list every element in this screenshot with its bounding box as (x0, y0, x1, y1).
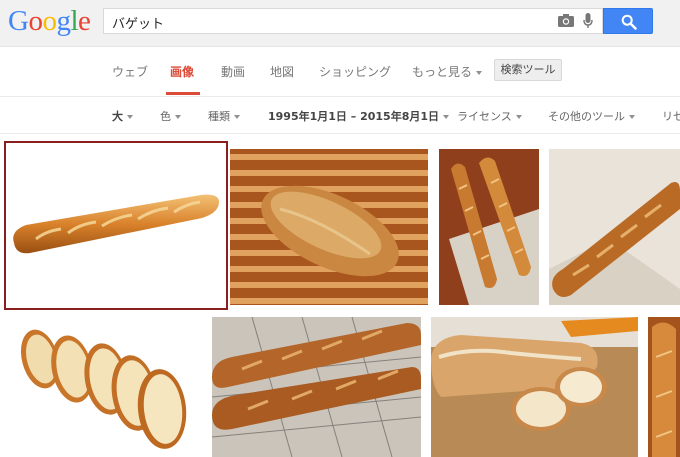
chevron-down-icon (127, 115, 133, 119)
filter-size-label: 大 (112, 110, 123, 123)
chevron-down-icon (234, 115, 240, 119)
image-result[interactable] (212, 317, 421, 457)
image-result[interactable] (549, 149, 680, 305)
tab-web[interactable]: ウェブ (112, 63, 148, 80)
logo-letter: e (78, 5, 91, 37)
filter-color-label: 色 (160, 110, 171, 123)
image-result[interactable] (431, 317, 638, 457)
filter-reset[interactable]: リセ (662, 108, 680, 124)
filter-bar: 大 色 種類 1995年1月1日 – 2015年8月1日 ライセンス その他のツ… (0, 97, 680, 134)
tab-more-label: もっと見る (412, 65, 473, 79)
filter-license[interactable]: ライセンス (457, 108, 522, 124)
chevron-down-icon (515, 115, 522, 119)
filter-more-tools-label: その他のツール (548, 110, 625, 123)
two-baguettes-thumbnail (439, 149, 539, 305)
chevron-down-icon (476, 70, 483, 75)
google-logo[interactable]: Google (8, 4, 91, 38)
filter-color[interactable]: 色 (160, 108, 181, 124)
header-bar: Google バゲット (0, 0, 680, 47)
tab-more[interactable]: もっと見る (412, 63, 483, 80)
image-result[interactable] (648, 317, 680, 457)
selected-image-border (4, 141, 228, 310)
filter-size[interactable]: 大 (112, 108, 133, 124)
sliced-baguette-thumbnail (20, 329, 187, 449)
filter-type-label: 種類 (208, 110, 230, 123)
search-tabs: ウェブ 画像 動画 地図 ショッピング もっと見る 検索ツール (0, 47, 680, 97)
filter-date-range-label: 1995年1月1日 – 2015年8月1日 (268, 110, 440, 123)
tab-shopping[interactable]: ショッピング (319, 63, 391, 80)
filter-date-range[interactable]: 1995年1月1日 – 2015年8月1日 (268, 108, 450, 124)
search-button[interactable] (603, 8, 653, 34)
bread-on-mat-thumbnail (230, 149, 428, 305)
logo-letter: o (42, 5, 57, 37)
filter-more-tools[interactable]: その他のツール (548, 108, 635, 124)
chevron-down-icon (175, 115, 181, 119)
chevron-down-icon (629, 115, 635, 119)
search-tools-button[interactable]: 検索ツール (494, 59, 562, 81)
search-input[interactable]: バゲット (103, 8, 603, 34)
image-result[interactable] (10, 317, 202, 457)
baguettes-on-rack-thumbnail (212, 317, 421, 457)
image-result[interactable] (439, 149, 539, 305)
image-result[interactable] (230, 149, 428, 305)
logo-letter: G (8, 5, 29, 37)
baguette-partial-thumbnail (648, 317, 680, 457)
logo-letter: g (56, 5, 71, 37)
logo-letter: l (70, 5, 79, 37)
microphone-icon[interactable] (583, 13, 593, 29)
tab-maps[interactable]: 地図 (270, 63, 294, 80)
search-query: バゲット (112, 17, 165, 32)
tab-videos[interactable]: 動画 (221, 63, 245, 80)
tab-images[interactable]: 画像 (170, 63, 194, 80)
chevron-down-icon (443, 115, 450, 119)
camera-icon[interactable] (558, 14, 574, 27)
baguette-on-cloth-thumbnail (549, 149, 680, 305)
search-icon (621, 14, 637, 30)
cut-baguette-thumbnail (431, 317, 638, 457)
filter-license-label: ライセンス (457, 110, 512, 123)
logo-letter: o (28, 5, 43, 37)
filter-type[interactable]: 種類 (208, 108, 240, 124)
active-tab-indicator (166, 92, 200, 95)
